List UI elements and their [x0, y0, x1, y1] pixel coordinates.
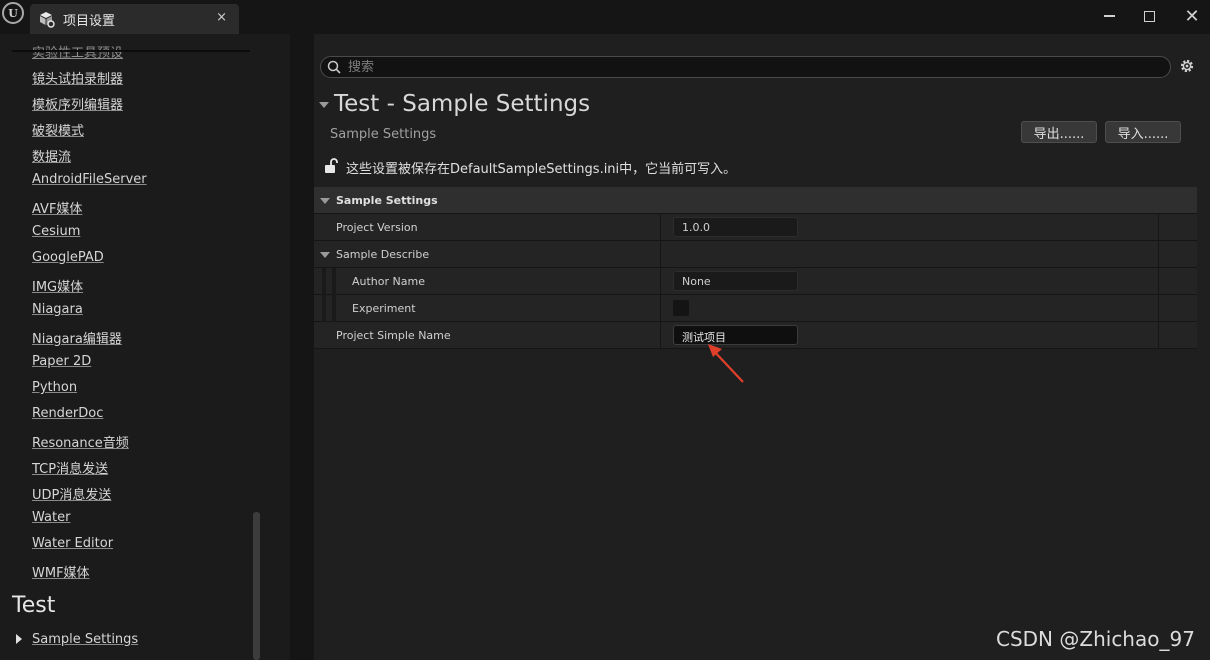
sidebar-item[interactable]: 模板序列编辑器 [32, 94, 123, 113]
annotation-arrow-icon [708, 344, 744, 383]
property-row-author-name: Author Name None [314, 268, 1197, 295]
config-file-note: 这些设置被保存在DefaultSampleSettings.ini中，它当前可写… [346, 162, 737, 177]
sidebar-list[interactable]: 实验性工具预设 镜头试拍录制器 模板序列编辑器 破裂模式 数据流 Android… [0, 34, 250, 660]
property-label: Project Simple Name [336, 329, 451, 342]
sidebar-item[interactable]: 镜头试拍录制器 [32, 68, 123, 87]
collapse-arrow-icon[interactable] [319, 102, 329, 108]
settings-sidebar: 实验性工具预设 镜头试拍录制器 模板序列编辑器 破裂模式 数据流 Android… [0, 34, 290, 660]
watermark: CSDN @Zhichao_97 [996, 627, 1195, 651]
author-name-field[interactable]: None [673, 271, 798, 291]
sidebar-item[interactable]: Niagara [32, 302, 83, 317]
import-button[interactable]: 导入...... [1105, 121, 1181, 143]
minimize-button[interactable] [1094, 4, 1124, 28]
settings-panel: Test - Sample Settings Sample Settings 导… [314, 34, 1210, 660]
sidebar-item[interactable]: AVF媒体 [32, 198, 82, 217]
sidebar-item[interactable]: Resonance音频 [32, 432, 129, 451]
sidebar-item[interactable]: IMG媒体 [32, 276, 83, 295]
maximize-icon [1143, 10, 1155, 22]
search-icon [327, 60, 341, 74]
maximize-button[interactable] [1134, 4, 1164, 28]
indent-guide [322, 268, 326, 295]
sidebar-item[interactable]: AndroidFileServer [32, 172, 147, 187]
sidebar-item[interactable]: Python [32, 380, 77, 395]
search-input[interactable] [348, 58, 1148, 76]
property-label: Author Name [352, 275, 425, 288]
column-divider [1158, 322, 1159, 349]
sidebar-item[interactable]: Paper 2D [32, 354, 91, 369]
minimize-icon [1103, 15, 1115, 17]
unreal-logo-icon[interactable]: U [2, 2, 24, 24]
expand-arrow-icon[interactable] [16, 634, 22, 644]
column-divider [1158, 241, 1159, 268]
sidebar-scrollbar[interactable] [253, 512, 260, 660]
sidebar-section-title: Test [12, 593, 56, 618]
page-subtitle: Sample Settings [330, 127, 437, 142]
sidebar-divider [12, 50, 250, 52]
property-label: Sample Describe [336, 248, 430, 261]
sidebar-item[interactable]: 破裂模式 [32, 120, 84, 139]
column-divider[interactable] [660, 268, 661, 295]
property-row-experiment: Experiment [314, 295, 1197, 322]
sidebar-item-sample-settings[interactable]: Sample Settings [32, 632, 138, 647]
export-button[interactable]: 导出...... [1021, 121, 1097, 143]
property-row-sample-describe[interactable]: Sample Describe [314, 241, 1197, 268]
column-divider[interactable] [660, 322, 661, 349]
property-row-project-version: Project Version 1.0.0 [314, 214, 1197, 241]
unlocked-icon[interactable] [324, 158, 338, 174]
close-window-button[interactable]: ✕ [1177, 4, 1207, 28]
sidebar-item[interactable]: RenderDoc [32, 406, 103, 421]
sidebar-item[interactable]: Water [32, 510, 70, 525]
indent-guide [332, 268, 336, 295]
close-icon[interactable]: × [216, 10, 227, 25]
indent-guide [332, 295, 336, 322]
sidebar-item[interactable]: GooglePAD [32, 250, 104, 265]
project-version-field[interactable]: 1.0.0 [673, 217, 798, 237]
sidebar-item[interactable]: Water Editor [32, 536, 113, 551]
sidebar-item[interactable]: UDP消息发送 [32, 484, 111, 503]
column-divider [1158, 214, 1159, 241]
project-settings-icon [40, 12, 55, 28]
column-divider[interactable] [660, 295, 661, 322]
column-divider [1158, 295, 1159, 322]
indent-guide [322, 295, 326, 322]
sidebar-item[interactable]: Niagara编辑器 [32, 328, 122, 347]
tab-project-settings[interactable]: 项目设置 × [30, 4, 239, 34]
property-label: Experiment [352, 302, 416, 315]
sidebar-item[interactable]: WMF媒体 [32, 562, 90, 581]
category-label: Sample Settings [336, 194, 438, 207]
tab-label: 项目设置 [63, 14, 116, 29]
title-bar: U 项目设置 × ✕ [0, 0, 1210, 34]
sidebar-item[interactable]: TCP消息发送 [32, 458, 108, 477]
category-row-sample-settings[interactable]: Sample Settings [314, 187, 1197, 214]
column-divider [1158, 268, 1159, 295]
column-divider[interactable] [660, 214, 661, 241]
gear-icon[interactable] [1178, 57, 1196, 75]
property-label: Project Version [336, 221, 418, 234]
search-box[interactable] [320, 56, 1171, 78]
property-row-project-simple-name: Project Simple Name 测试项目 [314, 322, 1197, 349]
page-title: Test - Sample Settings [334, 91, 591, 117]
collapse-arrow-icon[interactable] [320, 252, 330, 258]
collapse-arrow-icon[interactable] [320, 198, 330, 204]
column-divider[interactable] [660, 241, 661, 268]
experiment-checkbox[interactable] [673, 300, 689, 316]
sidebar-item[interactable]: 数据流 [32, 146, 71, 165]
sidebar-item[interactable]: Cesium [32, 224, 80, 239]
